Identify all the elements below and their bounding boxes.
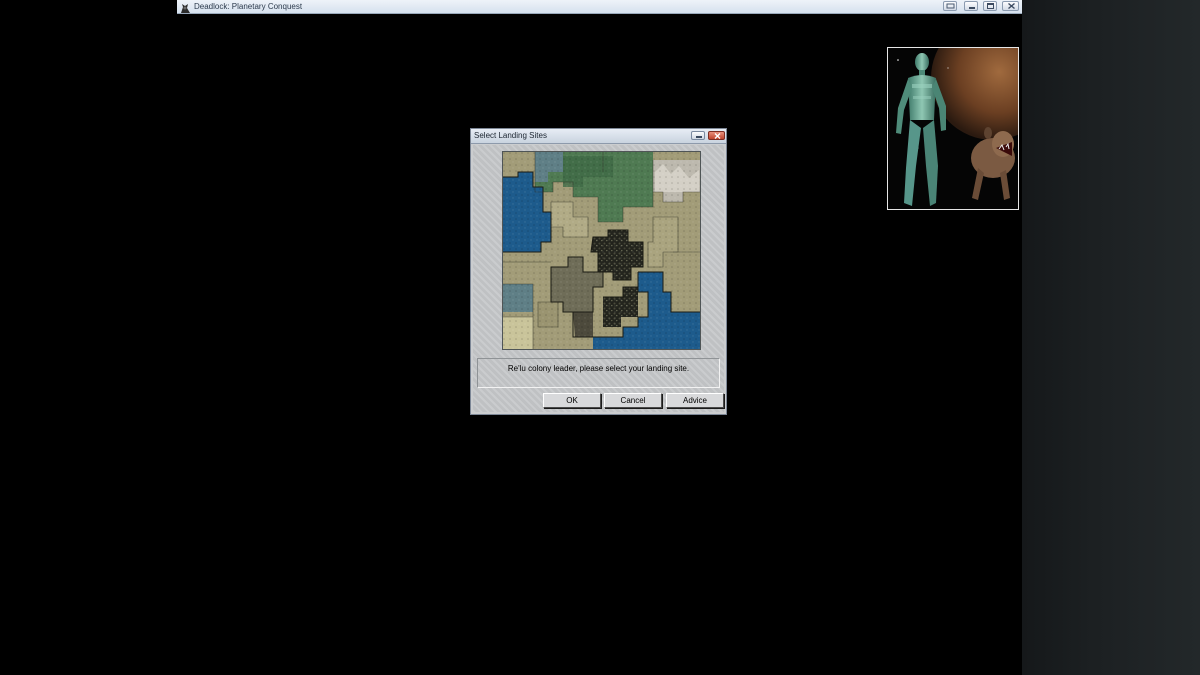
advisor-portrait	[887, 47, 1019, 210]
advice-button[interactable]: Advice	[666, 393, 724, 408]
dialog-body: Re'lu colony leader, please select your …	[473, 145, 724, 412]
landing-site-dialog: Select Landing Sites Re'lu colony leader…	[470, 128, 727, 415]
dialog-message: Re'lu colony leader, please select your …	[507, 364, 690, 373]
close-button[interactable]	[1002, 1, 1019, 11]
dialog-close-button[interactable]	[708, 131, 725, 140]
cancel-button[interactable]: Cancel	[604, 393, 662, 408]
restore-icon[interactable]	[943, 1, 957, 11]
dialog-minimize-button[interactable]	[691, 131, 705, 140]
planet-map[interactable]	[502, 151, 701, 350]
minimize-button[interactable]	[964, 1, 978, 11]
window-titlebar[interactable]: Deadlock: Planetary Conquest	[177, 0, 1022, 14]
maximize-button[interactable]	[983, 1, 997, 11]
dialog-titlebar[interactable]: Select Landing Sites	[471, 129, 726, 144]
dialog-title: Select Landing Sites	[474, 131, 547, 140]
background-strip	[1022, 0, 1200, 675]
window-title: Deadlock: Planetary Conquest	[194, 2, 303, 11]
app-icon	[180, 1, 191, 13]
ok-button[interactable]: OK	[543, 393, 601, 408]
message-panel: Re'lu colony leader, please select your …	[477, 358, 720, 388]
